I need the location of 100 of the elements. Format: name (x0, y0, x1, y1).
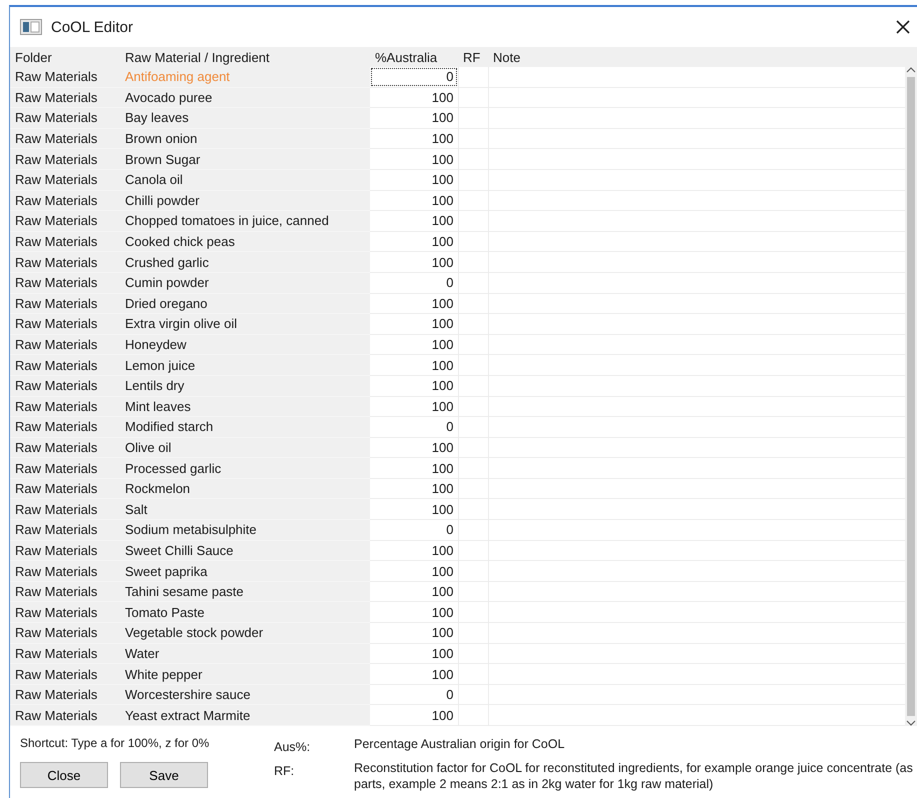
table-cell: Olive oil (120, 437, 370, 458)
table-cell: Raw Materials (10, 437, 120, 458)
table-cell[interactable]: 100 (370, 190, 458, 211)
table-cell: Raw Materials (10, 108, 120, 128)
column-header[interactable]: %Australia (370, 47, 458, 67)
column-header[interactable]: RF (458, 47, 488, 67)
app-icon (20, 19, 42, 35)
table-cell[interactable]: 100 (370, 704, 458, 726)
table-cell: Worcestershire sauce (120, 684, 370, 705)
table-cell: Water (120, 643, 370, 664)
table-cell[interactable]: 100 (370, 375, 458, 396)
table-cell: Raw Materials (10, 704, 120, 726)
table-cell: Processed garlic (120, 458, 370, 478)
table-cell: Raw Materials (10, 210, 120, 232)
table-cell: Cumin powder (120, 272, 370, 294)
scroll-down-icon[interactable] (906, 720, 916, 726)
table-cell[interactable]: 100 (370, 478, 458, 499)
table-cell[interactable]: 100 (370, 128, 458, 149)
table-cell: Raw Materials (10, 148, 120, 170)
table-cell[interactable]: 100 (370, 560, 458, 582)
table-cell: Raw Materials (10, 478, 120, 499)
table-cell: Raw Materials (10, 334, 120, 355)
table-cell: Tahini sesame paste (120, 581, 370, 602)
table-cell[interactable]: 100 (370, 622, 458, 644)
window-title: CoOL Editor (51, 18, 134, 36)
table-cell[interactable]: 0 (370, 67, 458, 88)
table-cell[interactable]: 100 (370, 396, 458, 417)
table-cell: Raw Materials (10, 664, 120, 684)
table-cell: Bay leaves (120, 108, 370, 128)
table-cell[interactable]: 100 (370, 334, 458, 355)
table-cell: Raw Materials (10, 354, 120, 376)
table-cell: Brown Sugar (120, 148, 370, 170)
table-cell[interactable]: 100 (370, 581, 458, 602)
table-cell[interactable]: 100 (370, 314, 458, 334)
table-cell: Chilli powder (120, 190, 370, 211)
legend-label: Aus%: (274, 739, 312, 754)
table-cell: Raw Materials (10, 684, 120, 705)
table-cell: Raw Materials (10, 169, 120, 190)
table-cell: Cooked chick peas (120, 231, 370, 252)
table-cell: Raw Materials (10, 602, 120, 623)
table-cell: Raw Materials (10, 520, 120, 540)
table-cell: Raw Materials (10, 396, 120, 417)
table-cell: Mint leaves (120, 396, 370, 417)
table-cell[interactable]: 0 (370, 416, 458, 438)
table-cell[interactable]: 0 (370, 520, 458, 540)
table-cell: Brown onion (120, 128, 370, 149)
dialog-button[interactable]: Save (120, 762, 208, 788)
table-cell: Sweet paprika (120, 560, 370, 582)
table-cell: Raw Materials (10, 272, 120, 294)
legend-text: Percentage Australian origin for CoOL (354, 736, 566, 753)
table-cell: White pepper (120, 664, 370, 684)
table-cell: Raw Materials (10, 293, 120, 314)
table-cell[interactable]: 100 (370, 354, 458, 376)
scroll-up-icon[interactable] (906, 67, 916, 73)
table-cell[interactable]: 100 (370, 87, 458, 108)
table-cell[interactable]: 100 (370, 602, 458, 623)
table-cell: Vegetable stock powder (120, 622, 370, 644)
table-cell: Raw Materials (10, 190, 120, 211)
shortcut-hint: Shortcut: Type a for 100%, z for 0% (19, 736, 210, 750)
table-cell: Raw Materials (10, 416, 120, 438)
table-cell[interactable]: 100 (370, 148, 458, 170)
table-cell: Antifoaming agent (120, 67, 370, 88)
table-cell: Raw Materials (10, 87, 120, 108)
scrollbar[interactable] (905, 47, 917, 726)
table-cell[interactable]: 100 (370, 293, 458, 314)
table-cell: Raw Materials (10, 498, 120, 520)
table-cell: Raw Materials (10, 314, 120, 334)
table-cell: Raw Materials (10, 67, 120, 88)
table-cell: Rockmelon (120, 478, 370, 499)
table-cell[interactable]: 100 (370, 664, 458, 684)
table-cell: Canola oil (120, 169, 370, 190)
table-cell: Lentils dry (120, 375, 370, 396)
table-cell[interactable]: 100 (370, 231, 458, 252)
table-cell: Extra virgin olive oil (120, 314, 370, 334)
table-cell[interactable]: 100 (370, 540, 458, 561)
table-cell[interactable]: 100 (370, 252, 458, 272)
table-cell: Crushed garlic (120, 252, 370, 272)
table-cell[interactable]: 0 (370, 684, 458, 705)
table-cell[interactable]: 100 (370, 210, 458, 232)
column-header[interactable]: Note (488, 47, 906, 67)
table-cell: Raw Materials (10, 128, 120, 149)
dialog-button[interactable]: Close (20, 762, 108, 788)
table-cell[interactable]: 100 (370, 498, 458, 520)
table-cell[interactable]: 100 (370, 437, 458, 458)
table-cell: Avocado puree (120, 87, 370, 108)
table-cell: Raw Materials (10, 458, 120, 478)
table-cell: Sweet Chilli Sauce (120, 540, 370, 561)
table-cell[interactable]: 0 (370, 272, 458, 294)
column-header[interactable]: Folder (10, 47, 120, 67)
table-cell[interactable]: 100 (370, 169, 458, 190)
table-cell: Raw Materials (10, 540, 120, 561)
table-cell: Raw Materials (10, 643, 120, 664)
column-header[interactable]: Raw Material / Ingredient (120, 47, 370, 67)
table-cell[interactable]: 100 (370, 108, 458, 128)
table-cell[interactable]: 100 (370, 458, 458, 478)
table-cell: Raw Materials (10, 252, 120, 272)
table-cell[interactable]: 100 (370, 643, 458, 664)
table-cell: Lemon juice (120, 354, 370, 376)
table-cell: Chopped tomatoes in juice, canned (120, 210, 370, 232)
table-cell: Salt (120, 498, 370, 520)
